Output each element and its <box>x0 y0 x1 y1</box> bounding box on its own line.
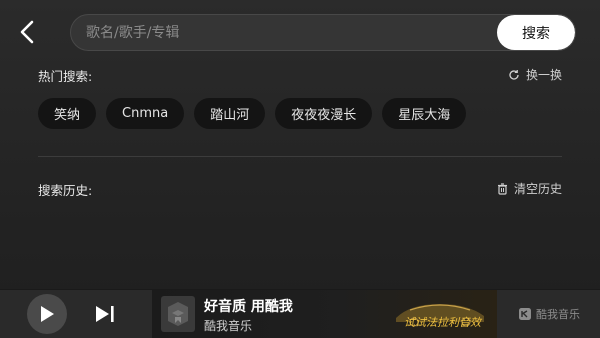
back-button[interactable] <box>14 18 42 46</box>
play-button[interactable] <box>27 294 67 334</box>
refresh-button[interactable]: 换一换 <box>508 66 562 83</box>
chevron-left-icon <box>20 20 34 44</box>
kuwo-logo-icon <box>161 296 195 332</box>
next-button[interactable] <box>93 303 117 325</box>
hot-tag[interactable]: 星辰大海 <box>382 98 467 129</box>
hot-tag[interactable]: 笑纳 <box>38 98 97 129</box>
hot-tag[interactable]: 夜夜夜漫长 <box>275 98 373 129</box>
ad-subtitle: 酷我音乐 <box>204 319 253 333</box>
hot-search-title: 热门搜索: <box>38 69 93 84</box>
skip-next-icon <box>96 306 114 322</box>
trash-icon <box>497 182 507 195</box>
ad-car-text: 试试法拉利音效 <box>404 316 481 329</box>
clear-history-label: 清空历史 <box>513 182 562 196</box>
brand: 酷我音乐 <box>518 306 580 322</box>
search-input[interactable] <box>71 15 499 50</box>
kuwo-brand-icon <box>519 308 531 320</box>
ad-title: 好音质 用酷我 <box>204 299 293 315</box>
refresh-label: 换一换 <box>525 68 562 82</box>
search-button[interactable]: 搜索 <box>497 15 575 50</box>
hot-tag[interactable]: Cnmna <box>106 98 185 129</box>
brand-label: 酷我音乐 <box>536 308 580 321</box>
refresh-icon <box>509 69 519 80</box>
divider <box>38 156 562 157</box>
play-icon <box>41 306 54 322</box>
search-history-title: 搜索历史: <box>38 183 93 198</box>
hot-tag[interactable]: 踏山河 <box>194 98 266 129</box>
player-bar: 好音质 用酷我 酷我音乐 试试法拉利音效 酷我音乐 <box>0 289 600 338</box>
hot-tags: 笑纳 Cnmna 踏山河 夜夜夜漫长 星辰大海 <box>38 98 467 129</box>
ad-banner[interactable]: 好音质 用酷我 酷我音乐 试试法拉利音效 <box>152 290 497 338</box>
clear-history-button[interactable]: 清空历史 <box>497 180 562 197</box>
search-bar: 搜索 <box>70 14 576 51</box>
